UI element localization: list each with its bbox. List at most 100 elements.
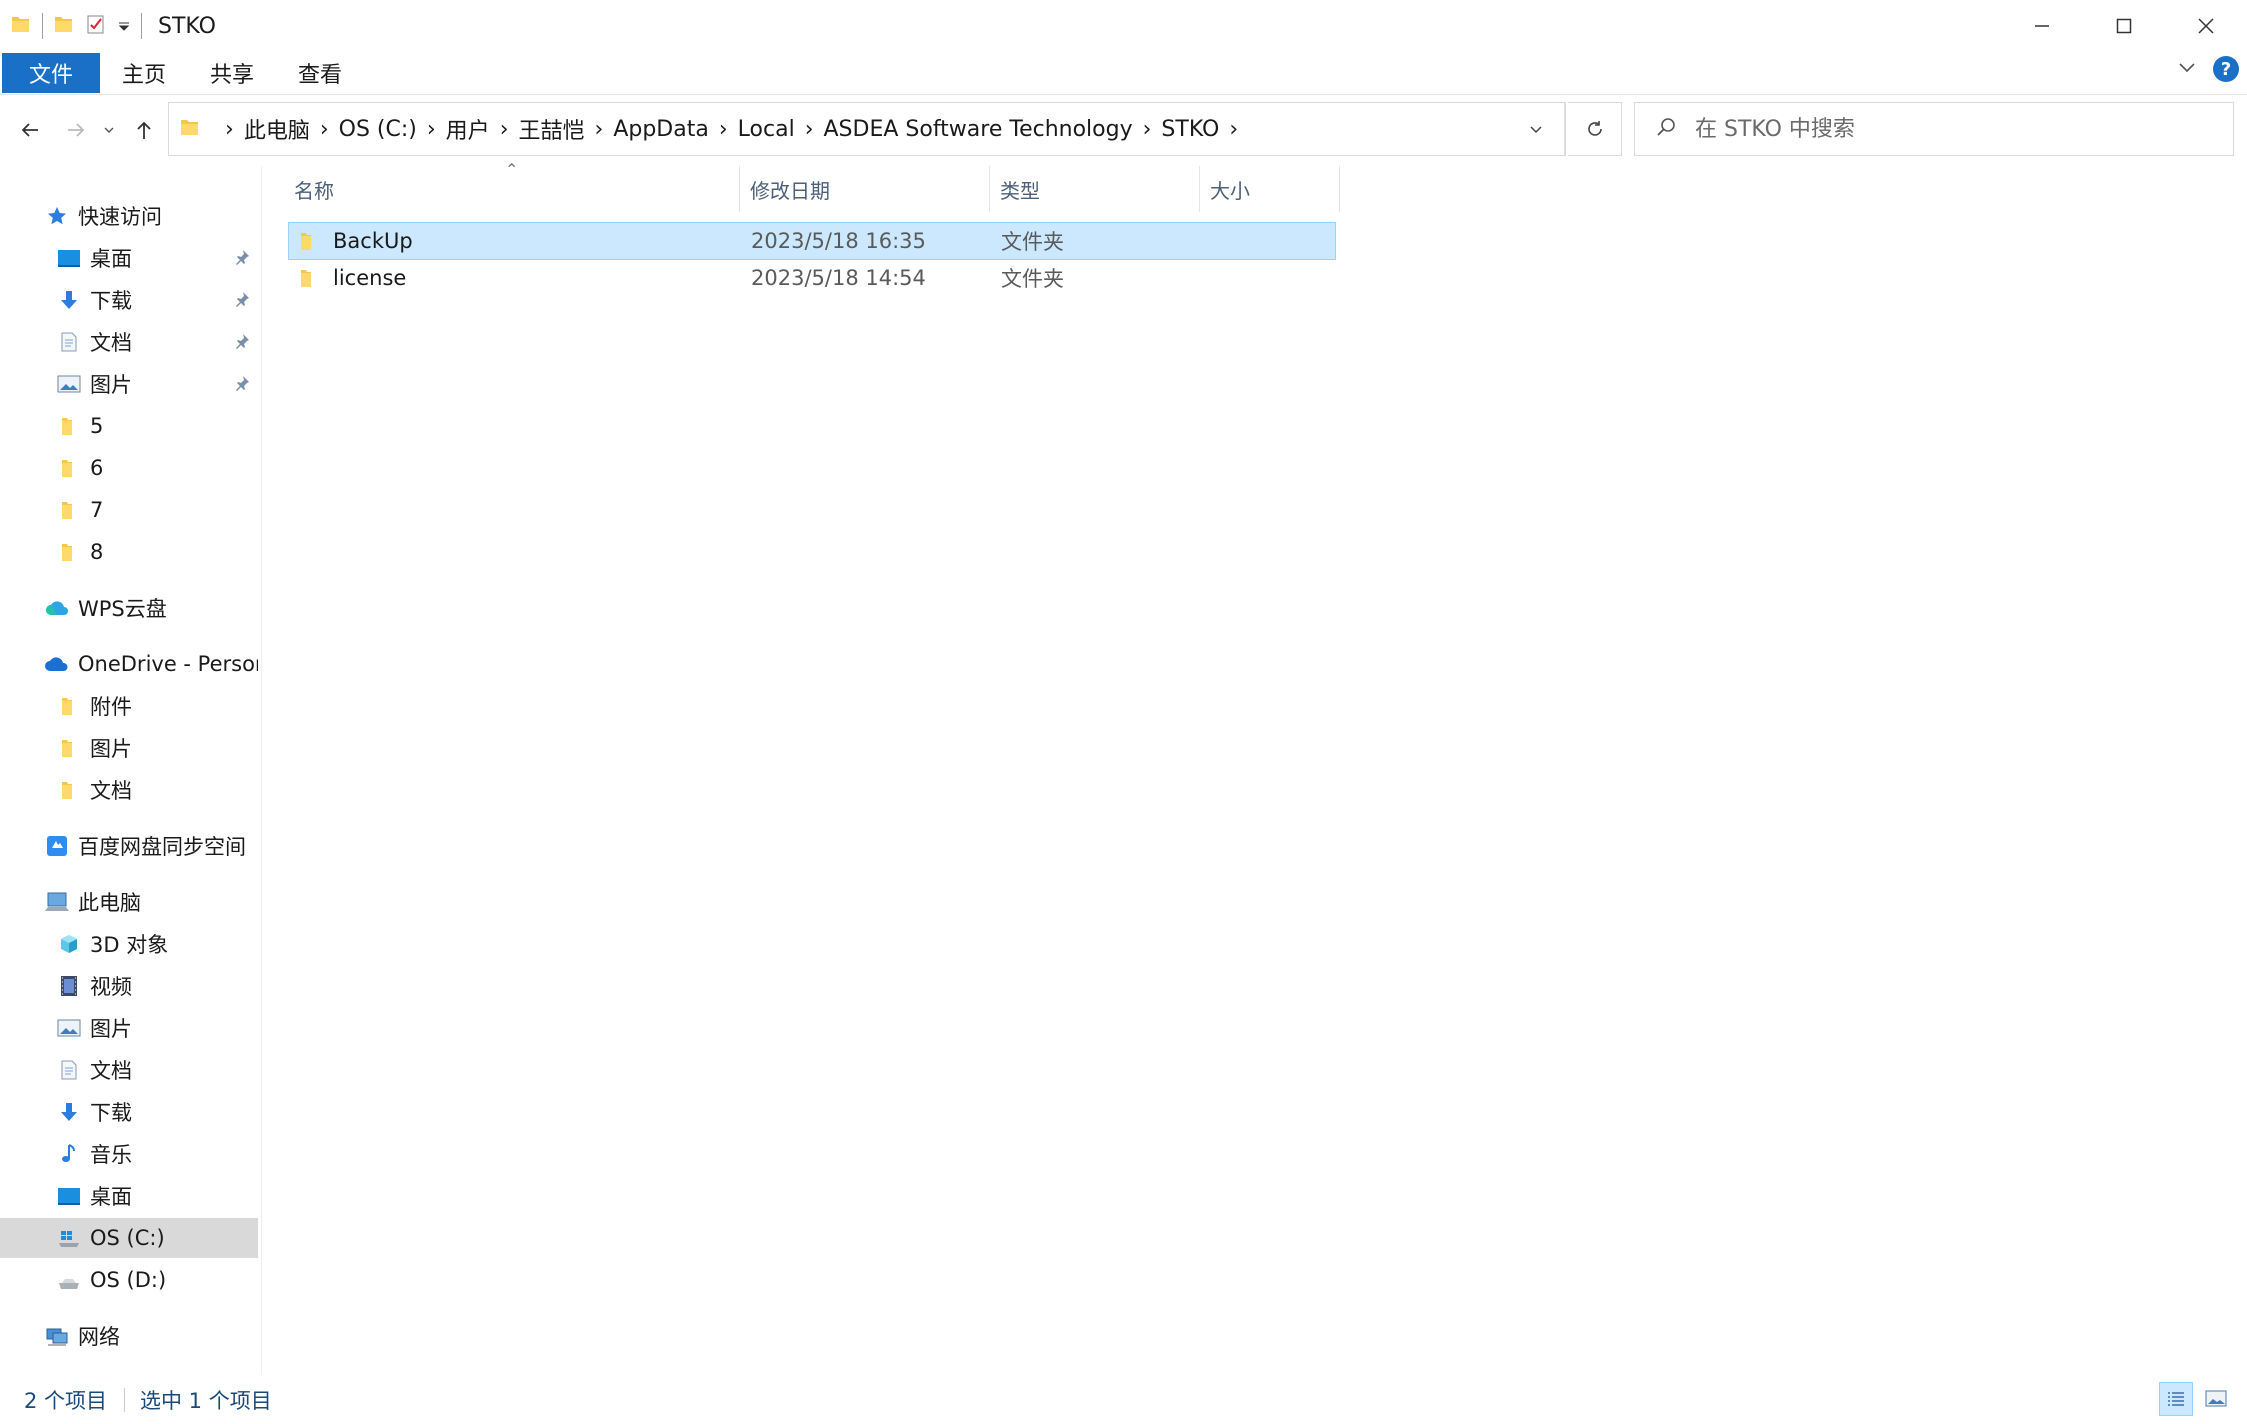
nav-3d-objects[interactable]: 3D 对象: [0, 924, 258, 964]
nav-downloads[interactable]: 下载: [0, 280, 258, 320]
separator: [124, 1388, 125, 1412]
file-date: 2023/5/18 14:54: [751, 266, 926, 290]
refresh-button[interactable]: [1568, 102, 1622, 156]
chevron-right-icon[interactable]: ›: [1229, 117, 1238, 142]
nav-music[interactable]: 音乐: [0, 1134, 258, 1174]
file-date: 2023/5/18 16:35: [751, 229, 926, 253]
breadcrumb-os-c[interactable]: OS (C:): [339, 117, 417, 142]
nav-onedrive-pictures[interactable]: 图片: [0, 728, 258, 768]
customize-dropdown-icon[interactable]: [117, 14, 131, 38]
nav-label: 附件: [90, 695, 132, 719]
document-icon: [56, 329, 82, 355]
baidu-sync-icon: [44, 833, 70, 859]
nav-onedrive-attachments[interactable]: 附件: [0, 686, 258, 726]
breadcrumb-user[interactable]: 王喆恺: [519, 113, 585, 145]
film-icon: [56, 973, 82, 999]
breadcrumb-asdea[interactable]: ASDEA Software Technology: [824, 117, 1133, 142]
nav-label: 6: [90, 456, 104, 480]
forward-button[interactable]: [58, 110, 94, 150]
pin-icon[interactable]: [234, 288, 250, 312]
nav-folder-5[interactable]: 5: [0, 406, 258, 446]
nav-label: 图片: [90, 373, 132, 397]
chevron-right-icon[interactable]: ›: [595, 117, 604, 142]
back-button[interactable]: [12, 110, 48, 150]
breadcrumb-local[interactable]: Local: [738, 117, 795, 142]
chevron-right-icon[interactable]: ›: [805, 117, 814, 142]
details-view-button[interactable]: [2159, 1382, 2193, 1416]
nav-desktop[interactable]: 桌面: [0, 238, 258, 278]
table-row[interactable]: BackUp 2023/5/18 16:35 文件夹: [288, 222, 1336, 260]
nav-pictures[interactable]: 图片: [0, 364, 258, 404]
tab-share[interactable]: 共享: [188, 53, 276, 93]
nav-wps-cloud[interactable]: WPS云盘: [0, 588, 258, 628]
search-input[interactable]: [1695, 116, 2215, 142]
breadcrumb-users[interactable]: 用户: [446, 113, 490, 145]
tab-view[interactable]: 查看: [276, 53, 364, 93]
nav-pc-documents[interactable]: 文档: [0, 1050, 258, 1090]
maximize-button[interactable]: [2083, 0, 2165, 52]
up-button[interactable]: [126, 110, 162, 150]
minimize-button[interactable]: [2001, 0, 2083, 52]
nav-label: 百度网盘同步空间: [78, 835, 246, 859]
search-box[interactable]: [1634, 102, 2234, 156]
nav-folder-6[interactable]: 6: [0, 448, 258, 488]
chevron-right-icon[interactable]: ›: [225, 117, 234, 142]
nav-this-pc[interactable]: 此电脑: [0, 882, 258, 922]
chevron-right-icon[interactable]: ›: [719, 117, 728, 142]
help-icon[interactable]: ?: [2213, 56, 2239, 82]
expand-ribbon-chevron-icon[interactable]: [2177, 57, 2197, 82]
column-header-date[interactable]: 修改日期: [740, 166, 990, 212]
column-label: 修改日期: [750, 178, 830, 203]
tab-home[interactable]: 主页: [100, 53, 188, 93]
nav-pc-desktop[interactable]: 桌面: [0, 1176, 258, 1216]
column-header-name[interactable]: 名称: [286, 166, 740, 212]
column-header-size[interactable]: 大小: [1200, 166, 1340, 212]
recent-locations-chevron-icon[interactable]: [94, 110, 124, 150]
nav-network[interactable]: 网络: [0, 1316, 258, 1356]
chevron-right-icon[interactable]: ›: [1143, 117, 1152, 142]
nav-folder-8[interactable]: 8: [0, 532, 258, 572]
folder-icon: [56, 455, 82, 481]
chevron-right-icon[interactable]: ›: [320, 117, 329, 142]
nav-pc-downloads[interactable]: 下载: [0, 1092, 258, 1132]
large-icons-view-button[interactable]: [2199, 1382, 2233, 1416]
nav-quick-access[interactable]: 快速访问: [0, 196, 258, 236]
column-header-type[interactable]: 类型: [990, 166, 1200, 212]
file-name: BackUp: [333, 229, 413, 253]
nav-label: 7: [90, 498, 104, 522]
nav-pc-pictures[interactable]: 图片: [0, 1008, 258, 1048]
folder-icon: [297, 223, 319, 259]
nav-label: 文档: [90, 1059, 132, 1083]
address-history-chevron-icon[interactable]: [1507, 103, 1565, 155]
nav-onedrive[interactable]: OneDrive - Person: [0, 644, 258, 684]
nav-videos[interactable]: 视频: [0, 966, 258, 1006]
tab-file[interactable]: 文件: [2, 53, 100, 93]
file-name: license: [333, 266, 407, 290]
nav-folder-7[interactable]: 7: [0, 490, 258, 530]
pin-icon[interactable]: [234, 246, 250, 270]
breadcrumb-stko[interactable]: STKO: [1161, 117, 1219, 142]
ribbon-right-controls: ?: [2177, 56, 2239, 82]
breadcrumb-appdata[interactable]: AppData: [613, 117, 709, 142]
close-button[interactable]: [2165, 0, 2247, 52]
nav-drive-d[interactable]: OS (D:): [0, 1260, 258, 1300]
nav-onedrive-documents[interactable]: 文档: [0, 770, 258, 810]
nav-label: 快速访问: [78, 205, 162, 229]
nav-drive-c[interactable]: OS (C:): [0, 1218, 258, 1258]
address-bar[interactable]: › 此电脑 › OS (C:) › 用户 › 王喆恺 › AppData › L…: [168, 102, 1566, 156]
pin-icon[interactable]: [234, 330, 250, 354]
nav-baidu-sync[interactable]: 百度网盘同步空间: [0, 826, 258, 866]
chevron-right-icon[interactable]: ›: [427, 117, 436, 142]
nav-label: 桌面: [90, 1185, 132, 1209]
properties-icon[interactable]: [85, 13, 107, 40]
nav-documents[interactable]: 文档: [0, 322, 258, 362]
chevron-right-icon[interactable]: ›: [500, 117, 509, 142]
table-row[interactable]: license 2023/5/18 14:54 文件夹: [288, 260, 1336, 298]
new-folder-icon[interactable]: [53, 13, 75, 40]
selected-count: 选中 1 个项目: [140, 1389, 272, 1413]
onedrive-cloud-icon: [44, 651, 70, 677]
breadcrumb-this-pc[interactable]: 此电脑: [244, 113, 310, 145]
folder-icon: [179, 116, 201, 143]
network-icon: [44, 1323, 70, 1349]
pin-icon[interactable]: [234, 372, 250, 396]
